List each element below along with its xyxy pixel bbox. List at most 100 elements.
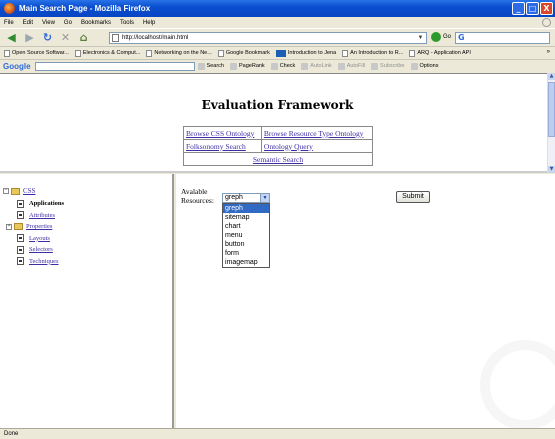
- menu-help[interactable]: Help: [143, 20, 155, 26]
- reload-icon[interactable]: ↻: [40, 31, 55, 44]
- document-icon: [17, 257, 24, 266]
- autofill-button[interactable]: AutoFill: [337, 62, 366, 70]
- chevron-down-icon[interactable]: ▼: [416, 34, 425, 42]
- tree-item-label: Techniques: [29, 257, 59, 265]
- check-icon: [270, 62, 278, 70]
- bookmark-label: Google Bookmark: [225, 50, 270, 56]
- submit-button[interactable]: Submit: [396, 191, 430, 203]
- resource-options-dropdown: greph sitemap chart menu button form ima…: [222, 203, 270, 268]
- minimize-button[interactable]: _: [512, 2, 525, 15]
- google-search-button[interactable]: Search: [197, 62, 224, 70]
- google-toolbar-label: Subscribe: [380, 63, 405, 69]
- bookmark-page-icon: [146, 49, 153, 57]
- folksonomy-search-link[interactable]: Folksonomy Search: [183, 139, 262, 153]
- bookmark-label: Networking on the Ne...: [154, 50, 212, 56]
- search-icon: [197, 62, 205, 70]
- browse-resource-type-ontology-link[interactable]: Browse Resource Type Ontology: [260, 126, 374, 140]
- bookmark-item[interactable]: Introduction to Jena: [275, 49, 337, 57]
- tree-children: Applications Attributes + Properties Lay…: [6, 198, 64, 268]
- google-search-input[interactable]: [34, 61, 195, 71]
- options-button[interactable]: Options: [410, 62, 439, 70]
- expand-icon[interactable]: +: [6, 223, 12, 230]
- google-toolbar-label: Check: [279, 63, 296, 69]
- ontology-query-link[interactable]: Ontology Query: [260, 139, 374, 153]
- browse-css-ontology-link[interactable]: Browse CSS Ontology: [183, 126, 262, 140]
- option-greph[interactable]: greph: [223, 204, 269, 213]
- header-scrollbar[interactable]: ▲ ▼: [547, 73, 555, 173]
- google-toolbar-label: AutoFill: [346, 63, 366, 69]
- menu-tools[interactable]: Tools: [120, 20, 134, 26]
- google-toolbar-label: Search: [206, 63, 224, 69]
- back-icon[interactable]: ◀: [4, 31, 19, 44]
- autolink-button[interactable]: AutoLink: [301, 62, 332, 70]
- window-controls: _ □ X: [512, 2, 553, 15]
- selected-resource: greph: [225, 194, 243, 201]
- tree-root-link[interactable]: CSS: [23, 187, 35, 195]
- go-icon: [431, 32, 441, 42]
- bookmark-label: ARQ - Application API: [417, 50, 471, 56]
- bookmark-item[interactable]: Networking on the Ne...: [146, 49, 212, 57]
- go-button[interactable]: Go: [431, 32, 451, 42]
- url-text: http://localhost/main.html: [122, 35, 189, 41]
- google-toolbar-label: Options: [419, 63, 439, 69]
- pagerank-button[interactable]: PageRank: [230, 62, 265, 70]
- home-icon[interactable]: ⌂: [76, 31, 91, 44]
- option-button[interactable]: button: [223, 240, 269, 249]
- stop-icon[interactable]: ✕: [58, 31, 73, 44]
- google-toolbar: Google Search PageRank Check AutoLink Au…: [0, 59, 555, 72]
- bookmark-label: Introduction to Jena: [287, 50, 337, 56]
- menu-bar: File Edit View Go Bookmarks Tools Help: [0, 17, 555, 28]
- bookmark-page-icon: [74, 49, 81, 57]
- bookmark-page-icon: [342, 49, 349, 57]
- bookmark-item[interactable]: An Introduction to R...: [342, 49, 404, 57]
- tree-item-layouts[interactable]: Layouts: [17, 233, 64, 245]
- bookmark-label: An Introduction to R...: [350, 50, 404, 56]
- tree-item-applications[interactable]: Applications: [17, 198, 64, 210]
- bookmark-item[interactable]: Google Bookmark: [217, 49, 270, 57]
- scrollbar-thumb[interactable]: [548, 82, 555, 137]
- menu-file[interactable]: File: [4, 20, 14, 26]
- menu-bookmarks[interactable]: Bookmarks: [81, 20, 111, 26]
- spell-check-button[interactable]: Check: [270, 62, 296, 70]
- maximize-button[interactable]: □: [526, 2, 539, 15]
- tree-item-attributes[interactable]: Attributes: [17, 210, 64, 222]
- subscribe-button[interactable]: Subscribe: [371, 62, 405, 70]
- menu-go[interactable]: Go: [64, 20, 72, 26]
- resource-type-select[interactable]: greph ▼: [222, 193, 270, 203]
- folder-icon: [14, 223, 23, 231]
- bookmarks-overflow-button[interactable]: »: [547, 49, 550, 55]
- option-form[interactable]: form: [223, 249, 269, 258]
- document-icon: [17, 234, 24, 243]
- option-imagemap[interactable]: imagemap: [223, 258, 269, 267]
- scroll-up-icon[interactable]: ▲: [548, 73, 555, 80]
- bookmark-item[interactable]: Electronics & Comput...: [74, 49, 140, 57]
- pagerank-icon: [230, 62, 237, 70]
- header-frame: Evaluation Framework Browse CSS Ontology…: [0, 73, 547, 173]
- option-chart[interactable]: chart: [223, 222, 269, 231]
- collapse-icon[interactable]: −: [3, 188, 9, 194]
- chevron-down-icon[interactable]: ▼: [260, 194, 269, 202]
- close-button[interactable]: X: [540, 2, 553, 15]
- search-input[interactable]: G: [455, 32, 550, 44]
- autolink-icon: [301, 62, 309, 70]
- bookmark-item[interactable]: Open Source Softwar...: [4, 49, 69, 57]
- tree-item-properties[interactable]: + Properties: [6, 221, 64, 233]
- google-bookmark-icon: [275, 49, 286, 57]
- menu-view[interactable]: View: [42, 20, 55, 26]
- forward-icon[interactable]: ▶: [22, 31, 37, 44]
- throbber-icon: [542, 18, 551, 27]
- menu-edit[interactable]: Edit: [23, 20, 33, 26]
- status-bar: Done: [0, 428, 555, 439]
- document-icon: [17, 199, 24, 208]
- bookmark-item[interactable]: ARQ - Application API: [409, 49, 471, 57]
- google-logo[interactable]: Google: [3, 62, 31, 71]
- tree-item-techniques[interactable]: Techniques: [17, 256, 64, 268]
- tree-item-label: Applications: [29, 200, 65, 208]
- document-icon: [17, 211, 24, 220]
- scroll-down-icon[interactable]: ▼: [548, 166, 555, 173]
- option-menu[interactable]: menu: [223, 231, 269, 240]
- semantic-search-link[interactable]: Semantic Search: [183, 152, 373, 166]
- tree-item-selectors[interactable]: Selectors: [17, 244, 64, 256]
- option-sitemap[interactable]: sitemap: [223, 213, 269, 222]
- url-input[interactable]: http://localhost/main.html ▼: [109, 32, 427, 44]
